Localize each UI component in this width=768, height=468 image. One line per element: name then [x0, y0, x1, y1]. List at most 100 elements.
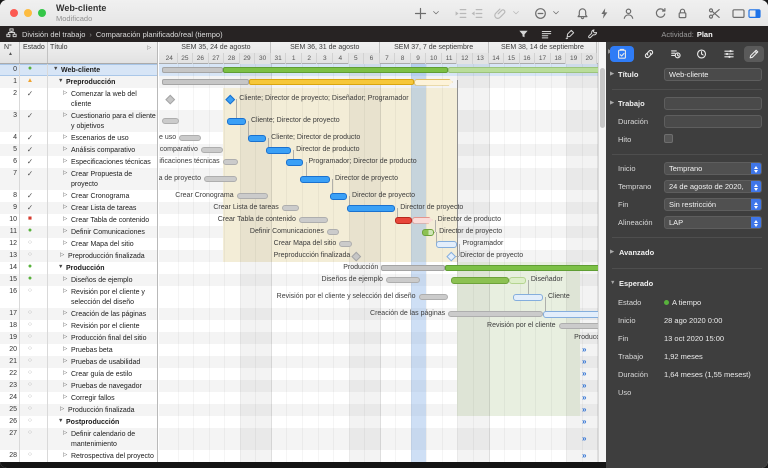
- stepper-arrows-icon[interactable]: [751, 217, 761, 229]
- leaf-arrow-icon[interactable]: ▷: [60, 252, 64, 258]
- table-row[interactable]: 12○▷Crear Mapa del sitio: [0, 238, 157, 250]
- table-row[interactable]: 13○▷Preproducción finalizada: [0, 250, 157, 262]
- chevron-down-icon[interactable]: [548, 4, 564, 22]
- offscreen-bar-indicator[interactable]: »: [582, 381, 585, 390]
- ghost-blue-bar[interactable]: [543, 311, 598, 318]
- green-pill-bar[interactable]: [422, 229, 434, 236]
- duración-input[interactable]: [664, 115, 762, 128]
- sync-icon[interactable]: [652, 4, 668, 22]
- breadcrumb-section[interactable]: División del trabajo: [22, 30, 85, 39]
- plan-bar[interactable]: [179, 135, 201, 141]
- ghost-red-bar[interactable]: [412, 217, 432, 224]
- bolt-icon[interactable]: [596, 4, 612, 22]
- indent-icon[interactable]: [452, 4, 468, 22]
- sum-green-bar[interactable]: [445, 265, 598, 271]
- fin-select[interactable]: Sin restricción: [664, 198, 762, 211]
- blue-bar[interactable]: [266, 147, 291, 154]
- collapse-arrow-icon[interactable]: ▼: [58, 264, 63, 270]
- ghost-green-bar[interactable]: [509, 277, 526, 284]
- table-row[interactable]: 23○▷Pruebas de navegador: [0, 380, 157, 392]
- table-row[interactable]: 18○▷Revisión por el cliente: [0, 320, 157, 332]
- offscreen-bar-indicator[interactable]: »: [582, 434, 585, 443]
- table-row[interactable]: 21○▷Pruebas de usabilidad: [0, 356, 157, 368]
- outdent-icon[interactable]: [468, 4, 484, 22]
- zoom-window-button[interactable]: [38, 9, 46, 17]
- leaf-arrow-icon[interactable]: ▷: [63, 134, 67, 140]
- tab-resources[interactable]: [664, 46, 688, 62]
- offscreen-bar-indicator[interactable]: »: [582, 393, 585, 402]
- offscreen-bar-indicator[interactable]: »: [582, 345, 585, 354]
- leaf-arrow-icon[interactable]: ▷: [63, 310, 67, 316]
- table-row[interactable]: 6✓▷Especificaciones técnicas: [0, 156, 157, 168]
- trabajo-input[interactable]: [664, 97, 762, 110]
- lock-icon[interactable]: [674, 4, 690, 22]
- table-row[interactable]: 15●▷Diseños de ejemplo: [0, 274, 157, 286]
- table-row[interactable]: 5✓▷Análisis comparativo: [0, 144, 157, 156]
- leaf-arrow-icon[interactable]: ▷: [63, 394, 67, 400]
- plan-bar[interactable]: [201, 147, 223, 153]
- leaf-arrow-icon[interactable]: ▷: [63, 90, 67, 96]
- table-row[interactable]: 24○▷Corregir fallos: [0, 392, 157, 404]
- chevron-down-icon[interactable]: [428, 4, 444, 22]
- ghost-blue-bar[interactable]: [513, 294, 543, 301]
- leaf-arrow-icon[interactable]: ▷: [63, 170, 67, 176]
- list-lines-icon[interactable]: [535, 29, 558, 40]
- plan-bar[interactable]: [386, 277, 420, 283]
- plan-summary-bar[interactable]: [381, 265, 445, 271]
- section-esperado[interactable]: ▼Esperado: [606, 274, 768, 294]
- red-bar[interactable]: [395, 217, 412, 224]
- leaf-arrow-icon[interactable]: ▷: [63, 276, 67, 282]
- table-row[interactable]: 0●▼Web-cliente: [0, 64, 157, 76]
- table-row[interactable]: 28○▷Retrospectiva del proyecto: [0, 450, 157, 462]
- chevron-right-icon[interactable]: ▶: [610, 249, 614, 255]
- table-row[interactable]: 4✓▷Escenarios de uso: [0, 132, 157, 144]
- table-row[interactable]: 14●▼Producción: [0, 262, 157, 274]
- column-number[interactable]: N°: [4, 44, 12, 51]
- sum-yellow-bar[interactable]: [249, 79, 414, 85]
- plan-bar[interactable]: [327, 229, 339, 235]
- ghost-yellow-bar[interactable]: [414, 79, 453, 86]
- leaf-arrow-icon[interactable]: ▷: [63, 452, 67, 458]
- table-row[interactable]: 10■▷Crear Tabla de contenido: [0, 214, 157, 226]
- leaf-arrow-icon[interactable]: ▷: [60, 406, 64, 412]
- hito-checkbox[interactable]: [664, 134, 673, 143]
- minimize-window-button[interactable]: [24, 9, 32, 17]
- sum-green-bar[interactable]: [223, 67, 448, 73]
- column-status[interactable]: Estado: [23, 44, 45, 51]
- sort-asc-icon[interactable]: ▲: [8, 51, 13, 57]
- temprano-stepper[interactable]: 24 de agosto de 2020, 0:00: [664, 180, 762, 193]
- sum-green-light-bar[interactable]: [448, 67, 598, 73]
- table-row[interactable]: 3✓▷Cuestionario para el cliente y objeti…: [0, 110, 157, 132]
- chevron-down-icon[interactable]: ▼: [610, 280, 615, 286]
- section-avanzado[interactable]: ▶Avanzado: [606, 243, 768, 263]
- leaf-arrow-icon[interactable]: ▷: [63, 158, 67, 164]
- collapse-arrow-icon[interactable]: ▼: [58, 78, 63, 84]
- brush-icon[interactable]: [558, 29, 581, 40]
- offscreen-bar-indicator[interactable]: »: [582, 369, 585, 378]
- plan-bar[interactable]: [559, 323, 598, 329]
- plan-bar[interactable]: [339, 241, 351, 247]
- blue-bar[interactable]: [300, 176, 330, 183]
- offscreen-bar-indicator[interactable]: »: [582, 417, 585, 426]
- leaf-arrow-icon[interactable]: ▷: [63, 370, 67, 376]
- blue-bar[interactable]: [330, 193, 347, 200]
- título-input[interactable]: Web-cliente: [664, 68, 762, 81]
- activity-value[interactable]: Plan: [697, 30, 713, 39]
- offscreen-bar-indicator[interactable]: »: [582, 405, 585, 414]
- table-row[interactable]: 11●▷Definir Comunicaciones: [0, 226, 157, 238]
- table-row[interactable]: 26○▼Postproducción: [0, 416, 157, 428]
- panel-active-icon[interactable]: [746, 4, 762, 22]
- table-row[interactable]: 25○▷Producción finalizada: [0, 404, 157, 416]
- leaf-arrow-icon[interactable]: ▷: [63, 358, 67, 364]
- plan-bar[interactable]: [282, 205, 299, 211]
- column-options-icon[interactable]: ▷: [147, 45, 151, 51]
- tab-attributes[interactable]: [717, 46, 741, 62]
- leaf-arrow-icon[interactable]: ▷: [63, 192, 67, 198]
- offscreen-bar-indicator[interactable]: »: [582, 357, 585, 366]
- tab-edit[interactable]: [744, 46, 764, 62]
- blue-bar[interactable]: [248, 135, 267, 142]
- leaf-arrow-icon[interactable]: ▷: [63, 322, 67, 328]
- table-row[interactable]: 19○▷Producción final del sitio: [0, 332, 157, 344]
- blue-bar[interactable]: [286, 159, 303, 166]
- plan-bar[interactable]: [237, 193, 268, 199]
